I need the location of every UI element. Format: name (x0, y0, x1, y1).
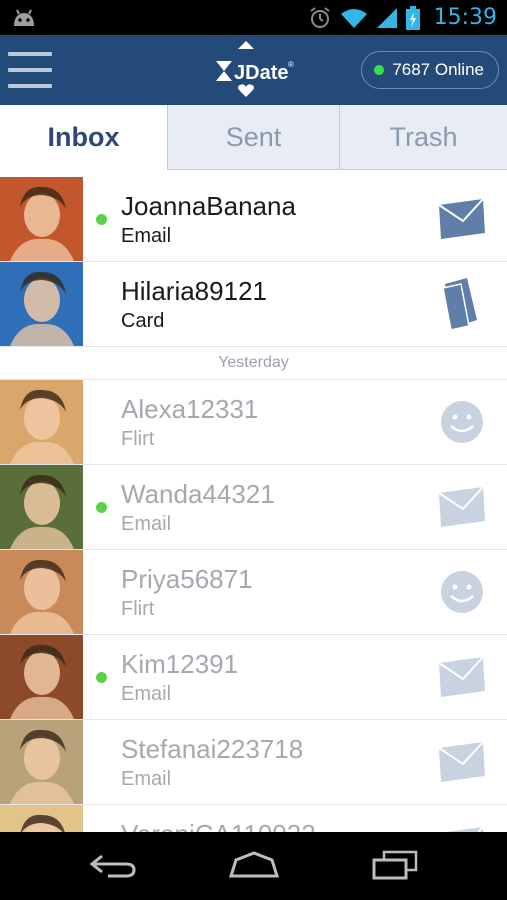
avatar[interactable] (0, 262, 83, 346)
message-row[interactable]: Wanda44321 Email (0, 465, 507, 550)
avatar[interactable] (0, 805, 83, 832)
wifi-icon (340, 8, 367, 28)
tab-sent[interactable]: Sent (167, 105, 339, 170)
menu-icon[interactable] (8, 48, 52, 92)
message-row[interactable]: Stefanai223718 Email (0, 720, 507, 805)
sender-name: Wanda44321 (121, 479, 275, 509)
message-list: JoannaBanana Email Hilaria89121 Card Yester… (0, 177, 507, 832)
envelope-icon[interactable] (437, 485, 487, 529)
back-icon[interactable] (88, 850, 138, 880)
online-count-badge[interactable]: 7687 Online (361, 51, 499, 89)
online-status-dot (374, 65, 385, 75)
sender-name: Kim12391 (121, 649, 239, 679)
message-type: Email (121, 683, 172, 705)
recent-apps-icon[interactable] (370, 850, 420, 880)
message-type: Card (121, 310, 165, 332)
online-indicator (96, 672, 107, 683)
message-row[interactable]: VeroniCA110022Email (0, 805, 507, 832)
logo-text: JDate (234, 62, 288, 84)
online-indicator (96, 502, 107, 513)
mailbox-tabs: Inbox Sent Trash (0, 105, 507, 170)
online-count-label: 7687 Online (392, 60, 484, 79)
sender-name: JoannaBanana (121, 191, 296, 221)
jdate-logo: JDate ® (216, 41, 294, 97)
tab-inbox[interactable]: Inbox (0, 105, 167, 170)
message-row[interactable]: Kim12391 Email (0, 635, 507, 720)
sender-name: Hilaria89121 (121, 276, 267, 306)
system-nav-bar (0, 832, 507, 900)
sender-name: VeroniCA110022 (121, 819, 316, 832)
online-indicator (96, 214, 107, 225)
sender-name: Priya56871 (121, 564, 253, 594)
avatar[interactable] (0, 177, 83, 261)
avatar[interactable] (0, 720, 83, 804)
signal-icon (376, 7, 397, 28)
android-notification-icon (14, 9, 34, 26)
smiley-icon[interactable] (437, 400, 487, 444)
svg-text:®: ® (288, 60, 294, 69)
app-header: JDate ® 7687 Online (0, 35, 507, 105)
battery-icon (405, 5, 420, 30)
clock: 15:39 (433, 5, 497, 30)
home-icon[interactable] (228, 850, 280, 880)
envelope-icon[interactable] (437, 197, 487, 241)
tab-trash[interactable]: Trash (339, 105, 507, 170)
alarm-icon (309, 6, 330, 28)
sender-name: Alexa12331 (121, 394, 259, 424)
message-row[interactable]: Hilaria89121 Card (0, 262, 507, 347)
card-icon[interactable] (437, 276, 487, 332)
message-type: Flirt (121, 428, 155, 450)
message-type: Email (121, 768, 172, 790)
date-separator: Yesterday (0, 347, 507, 380)
smiley-icon[interactable] (437, 570, 487, 614)
status-bar: 15:39 (0, 0, 507, 35)
message-type: Email (121, 513, 172, 535)
message-row[interactable]: Priya56871 Flirt (0, 550, 507, 635)
message-row[interactable]: JoannaBanana Email (0, 177, 507, 262)
envelope-icon[interactable] (437, 655, 487, 699)
avatar[interactable] (0, 465, 83, 549)
message-type: Email (121, 225, 172, 247)
envelope-icon[interactable] (437, 740, 487, 784)
sender-name: Stefanai223718 (121, 734, 304, 764)
message-row[interactable]: Alexa12331 Flirt (0, 380, 507, 465)
avatar[interactable] (0, 635, 83, 719)
envelope-icon[interactable] (437, 825, 487, 832)
avatar[interactable] (0, 550, 83, 634)
message-type: Flirt (121, 598, 155, 620)
avatar[interactable] (0, 380, 83, 464)
